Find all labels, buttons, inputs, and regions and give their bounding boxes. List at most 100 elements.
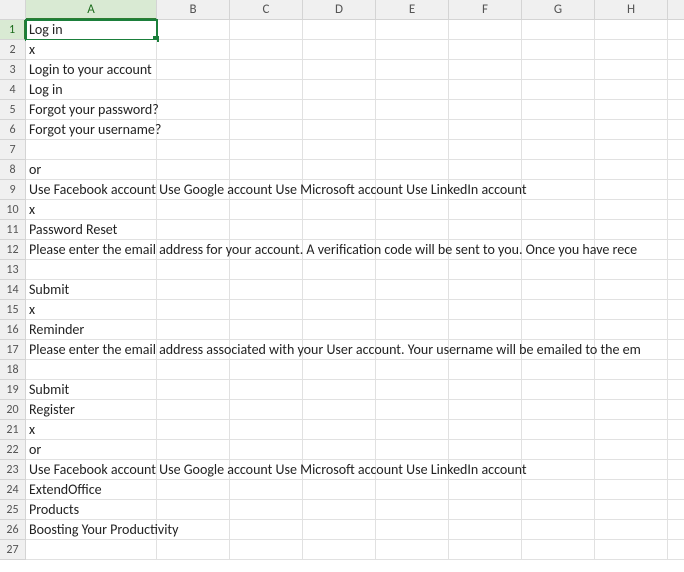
cell-I3[interactable]: [668, 60, 684, 80]
cell-F7[interactable]: [449, 140, 522, 160]
cell-H3[interactable]: [595, 60, 668, 80]
cell-E23[interactable]: [376, 460, 449, 480]
cell-C27[interactable]: [230, 540, 303, 560]
cell-D6[interactable]: [303, 120, 376, 140]
cell-I27[interactable]: [668, 540, 684, 560]
cell-G8[interactable]: [522, 160, 595, 180]
cell-A25[interactable]: Products: [26, 500, 157, 520]
cell-D19[interactable]: [303, 380, 376, 400]
cell-C12[interactable]: [230, 240, 303, 260]
row-header-16[interactable]: 16: [0, 320, 26, 340]
cell-E6[interactable]: [376, 120, 449, 140]
cell-A13[interactable]: [26, 260, 157, 280]
cell-G2[interactable]: [522, 40, 595, 60]
cell-G27[interactable]: [522, 540, 595, 560]
cell-I25[interactable]: [668, 500, 684, 520]
cell-D13[interactable]: [303, 260, 376, 280]
cell-A14[interactable]: Submit: [26, 280, 157, 300]
row-header-17[interactable]: 17: [0, 340, 26, 360]
cell-C3[interactable]: [230, 60, 303, 80]
cell-B9[interactable]: [157, 180, 230, 200]
cell-E20[interactable]: [376, 400, 449, 420]
cell-B4[interactable]: [157, 80, 230, 100]
cell-A10[interactable]: x: [26, 200, 157, 220]
cell-A7[interactable]: [26, 140, 157, 160]
cell-B21[interactable]: [157, 420, 230, 440]
cell-H26[interactable]: [595, 520, 668, 540]
row-header-11[interactable]: 11: [0, 220, 26, 240]
cell-E17[interactable]: [376, 340, 449, 360]
cell-E22[interactable]: [376, 440, 449, 460]
cell-H20[interactable]: [595, 400, 668, 420]
cell-H13[interactable]: [595, 260, 668, 280]
cell-I8[interactable]: [668, 160, 684, 180]
cell-F11[interactable]: [449, 220, 522, 240]
row-header-1[interactable]: 1: [0, 20, 26, 40]
cell-F22[interactable]: [449, 440, 522, 460]
cell-I1[interactable]: [668, 20, 684, 40]
cell-H19[interactable]: [595, 380, 668, 400]
cell-H12[interactable]: [595, 240, 668, 260]
row-header-20[interactable]: 20: [0, 400, 26, 420]
cell-B1[interactable]: [157, 20, 230, 40]
cell-E2[interactable]: [376, 40, 449, 60]
cell-B27[interactable]: [157, 540, 230, 560]
cell-G24[interactable]: [522, 480, 595, 500]
row-header-7[interactable]: 7: [0, 140, 26, 160]
cell-H1[interactable]: [595, 20, 668, 40]
cell-B20[interactable]: [157, 400, 230, 420]
cell-F10[interactable]: [449, 200, 522, 220]
cell-G25[interactable]: [522, 500, 595, 520]
column-header-A[interactable]: A: [26, 0, 157, 20]
column-header-G[interactable]: G: [522, 0, 595, 20]
cell-D27[interactable]: [303, 540, 376, 560]
cell-D17[interactable]: [303, 340, 376, 360]
cell-B15[interactable]: [157, 300, 230, 320]
cell-G16[interactable]: [522, 320, 595, 340]
cell-I20[interactable]: [668, 400, 684, 420]
cell-D9[interactable]: [303, 180, 376, 200]
cell-F1[interactable]: [449, 20, 522, 40]
cell-B12[interactable]: [157, 240, 230, 260]
cell-E3[interactable]: [376, 60, 449, 80]
cell-G15[interactable]: [522, 300, 595, 320]
cell-A2[interactable]: x: [26, 40, 157, 60]
cell-E14[interactable]: [376, 280, 449, 300]
cell-D21[interactable]: [303, 420, 376, 440]
column-header-C[interactable]: C: [230, 0, 303, 20]
cell-F21[interactable]: [449, 420, 522, 440]
cell-G12[interactable]: [522, 240, 595, 260]
cell-C11[interactable]: [230, 220, 303, 240]
cell-G14[interactable]: [522, 280, 595, 300]
cell-F8[interactable]: [449, 160, 522, 180]
cell-C2[interactable]: [230, 40, 303, 60]
cell-D10[interactable]: [303, 200, 376, 220]
cell-I5[interactable]: [668, 100, 684, 120]
cell-C7[interactable]: [230, 140, 303, 160]
cell-G26[interactable]: [522, 520, 595, 540]
cell-E15[interactable]: [376, 300, 449, 320]
cell-B16[interactable]: [157, 320, 230, 340]
cell-H24[interactable]: [595, 480, 668, 500]
cell-A18[interactable]: [26, 360, 157, 380]
cell-C10[interactable]: [230, 200, 303, 220]
cell-A1[interactable]: Log in: [26, 20, 157, 40]
cell-C9[interactable]: [230, 180, 303, 200]
cell-A15[interactable]: x: [26, 300, 157, 320]
cell-I19[interactable]: [668, 380, 684, 400]
cell-G11[interactable]: [522, 220, 595, 240]
cell-H6[interactable]: [595, 120, 668, 140]
cell-C14[interactable]: [230, 280, 303, 300]
cell-F12[interactable]: [449, 240, 522, 260]
spreadsheet-grid[interactable]: ABCDEFGHI1Log in2x3Login to your account…: [0, 0, 684, 572]
cell-E11[interactable]: [376, 220, 449, 240]
column-header-I[interactable]: I: [668, 0, 684, 20]
cell-G3[interactable]: [522, 60, 595, 80]
cell-B6[interactable]: [157, 120, 230, 140]
cell-A17[interactable]: Please enter the email address associate…: [26, 340, 157, 360]
cell-I16[interactable]: [668, 320, 684, 340]
cell-C21[interactable]: [230, 420, 303, 440]
row-header-22[interactable]: 22: [0, 440, 26, 460]
cell-I26[interactable]: [668, 520, 684, 540]
cell-E7[interactable]: [376, 140, 449, 160]
